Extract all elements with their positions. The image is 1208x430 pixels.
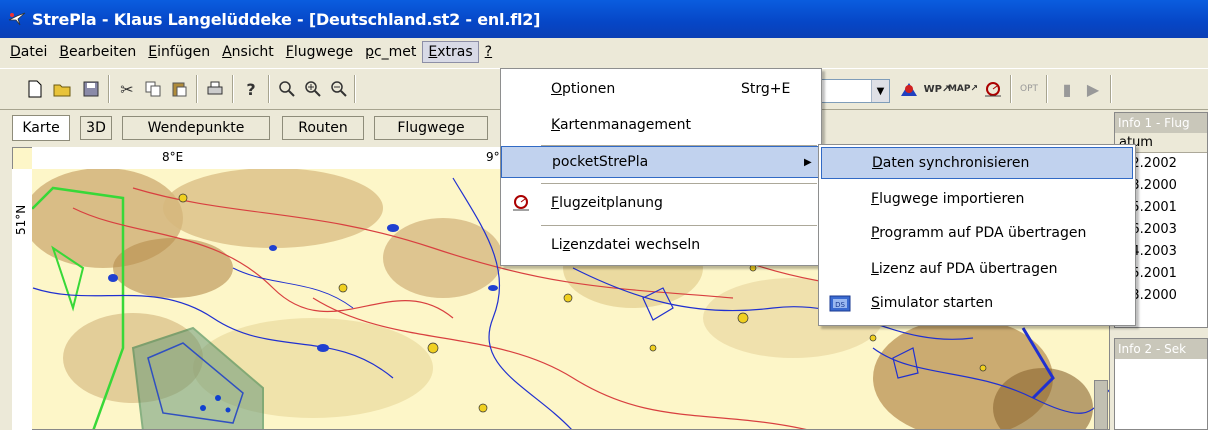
menu-datei[interactable]: Datei [4,41,53,63]
extras-menu: Optionen Strg+E Kartenmanagement pocketS… [500,68,822,266]
tab-3d[interactable]: 3D [80,116,112,140]
zoom-in-icon[interactable] [302,77,324,101]
menu-bearbeiten[interactable]: Bearbeiten [53,41,142,63]
toolbar-combobox[interactable]: ▼ [820,79,890,103]
tab-flugwege[interactable]: Flugwege [374,116,488,140]
cut-icon[interactable]: ✂ [116,77,138,101]
menu-pc-met[interactable]: pc_met [359,41,422,63]
toolbar-separator [268,75,270,103]
shortcut-label: Strg+E [741,81,791,97]
menu-item-daten-synchronisieren[interactable]: Daten synchronisieren [821,147,1133,179]
menu-einfuegen[interactable]: Einfügen [142,41,216,63]
info-panel-1-header: Info 1 - Flug [1115,113,1207,133]
latitude-ruler: 51°N [12,169,32,430]
toolbar-separator [1010,75,1012,103]
menu-bar: Datei Bearbeiten Einfügen Ansicht Flugwe… [0,38,1208,66]
title-bar[interactable]: StrePla - Klaus Langelüddeke - [Deutschl… [0,0,1208,38]
print-icon[interactable] [204,77,226,101]
pause-icon[interactable]: ▮ [1056,77,1078,101]
menu-ansicht[interactable]: Ansicht [216,41,280,63]
menu-item-programm-uebertragen[interactable]: Programm auf PDA übertragen [821,217,1133,249]
menu-item-simulator-starten[interactable]: DS Simulator starten [821,287,1133,319]
menu-separator [541,225,817,226]
toolbar-separator [232,75,234,103]
optimize-icon[interactable]: OPT [1018,77,1040,101]
map-scrollbar-thumb[interactable] [1094,380,1108,430]
flight-timer-icon [511,194,531,216]
pilot-icon[interactable] [898,77,920,101]
longitude-label: 9° [486,150,500,164]
open-folder-icon[interactable] [52,77,74,101]
menu-item-lizenz-uebertragen[interactable]: Lizenz auf PDA übertragen [821,253,1133,285]
menu-item-flugzeitplanung[interactable]: Flugzeitplanung [501,187,821,219]
app-icon [8,11,26,27]
new-file-icon[interactable] [24,77,46,101]
map-import-icon[interactable]: MAP↗ [948,77,978,101]
wp-import-icon[interactable]: WP↗ [924,77,951,101]
submenu-arrow-icon: ▶ [804,156,812,168]
latitude-label: 51°N [14,204,28,235]
info-panel-2-header: Info 2 - Sek [1115,339,1207,359]
menu-extras[interactable]: Extras [422,41,479,63]
menu-help[interactable]: ? [479,41,498,63]
toolbar-separator [354,75,356,103]
zoom-out-icon[interactable] [328,77,350,101]
menu-item-lizenzdatei[interactable]: Lizenzdatei wechseln [501,229,821,261]
window-title: StrePla - Klaus Langelüddeke - [Deutschl… [32,9,541,29]
menu-item-optionen[interactable]: Optionen Strg+E [501,73,821,105]
toolbar-separator [196,75,198,103]
menu-flugwege[interactable]: Flugwege [280,41,359,63]
flight-timer-icon[interactable] [982,77,1004,101]
tab-karte[interactable]: Karte [12,115,70,141]
toolbar-separator [1110,75,1112,103]
menu-item-flugwege-importieren[interactable]: Flugwege importieren [821,183,1133,215]
toolbar-separator [1046,75,1048,103]
zoom-window-icon[interactable] [276,77,298,101]
pocketstrepla-submenu: Daten synchronisieren Flugwege importier… [818,144,1136,326]
save-icon[interactable] [80,77,102,101]
toolbar-separator [108,75,110,103]
longitude-label: 8°E [162,150,184,164]
menu-item-kartenmanagement[interactable]: Kartenmanagement [501,109,821,141]
menu-separator [541,183,817,184]
tab-routen[interactable]: Routen [282,116,364,140]
simulator-icon: DS [829,293,851,317]
tab-wendepunkte[interactable]: Wendepunkte [122,116,270,140]
svg-text:DS: DS [835,301,845,309]
info-panel-2: Info 2 - Sek [1114,338,1208,430]
chevron-down-icon[interactable]: ▼ [871,80,889,102]
copy-icon[interactable] [142,77,164,101]
play-icon[interactable]: ▶ [1082,77,1104,101]
help-question-icon[interactable]: ? [240,77,262,101]
menu-item-pocketstrepla[interactable]: pocketStrePla ▶ [501,146,821,178]
paste-icon[interactable] [168,77,190,101]
